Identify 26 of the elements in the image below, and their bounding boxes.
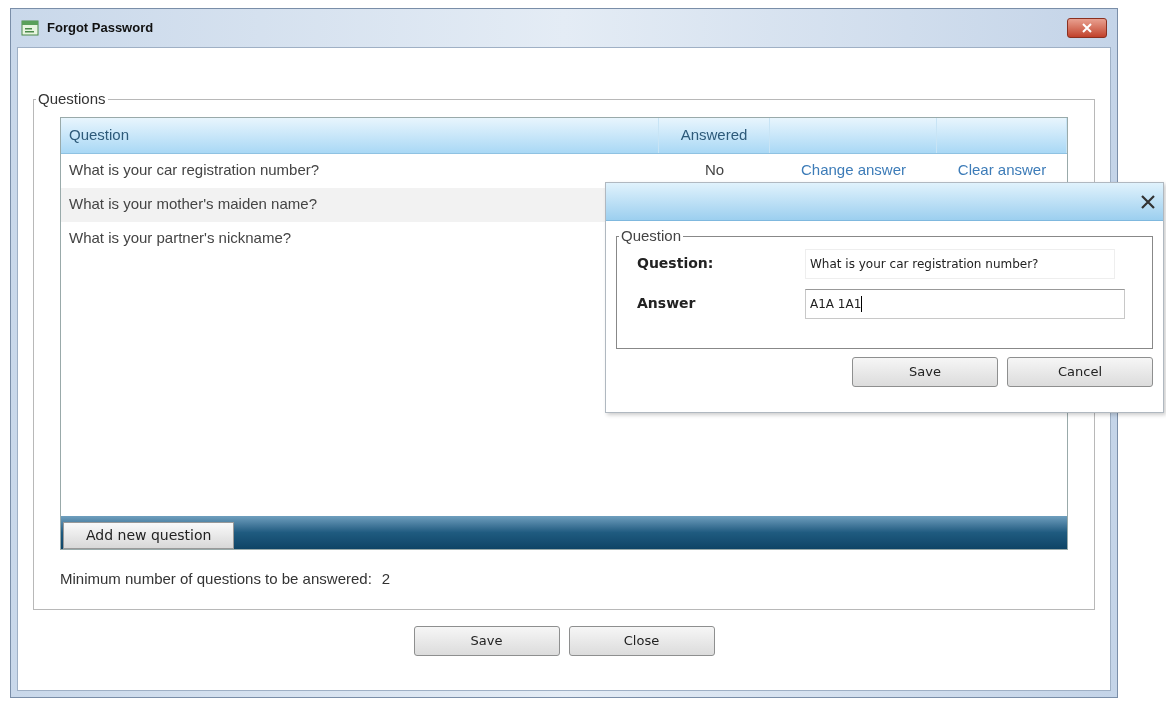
close-button[interactable]: [1067, 18, 1107, 38]
change-answer-link[interactable]: Change answer: [800, 159, 907, 182]
question-label: Question:: [637, 254, 715, 273]
group-legend: Questions: [36, 88, 108, 111]
answer-label: Answer: [637, 294, 697, 313]
save-button[interactable]: Save: [413, 626, 560, 656]
close-icon[interactable]: [1141, 194, 1155, 209]
minimum-label: Minimum number of questions to be answered:: [60, 568, 372, 589]
minimum-value: 2: [381, 568, 391, 589]
add-question-button[interactable]: Add new question: [63, 521, 235, 549]
group-legend: Question: [619, 225, 684, 248]
close-button[interactable]: Close: [568, 626, 715, 656]
question-cell-text: What is your mother's maiden name?: [69, 194, 317, 215]
column-header: Answered: [680, 124, 748, 145]
window-title: Forgot Password: [47, 19, 154, 38]
question-cell-text: What is your car registration number?: [69, 160, 320, 181]
question-field[interactable]: What is your car registration number?: [805, 248, 1115, 279]
close-icon: [1082, 23, 1092, 33]
window-icon: [21, 20, 39, 36]
cancel-button[interactable]: Cancel: [1007, 357, 1153, 387]
question-cell-text: What is your partner's nickname?: [69, 228, 292, 249]
answered-cell-text: No: [704, 160, 725, 181]
clear-answer-link[interactable]: Clear answer: [957, 159, 1047, 182]
column-header: Question: [69, 124, 130, 145]
save-button[interactable]: Save: [852, 357, 998, 387]
answer-field[interactable]: A1A 1A1: [805, 288, 1125, 319]
